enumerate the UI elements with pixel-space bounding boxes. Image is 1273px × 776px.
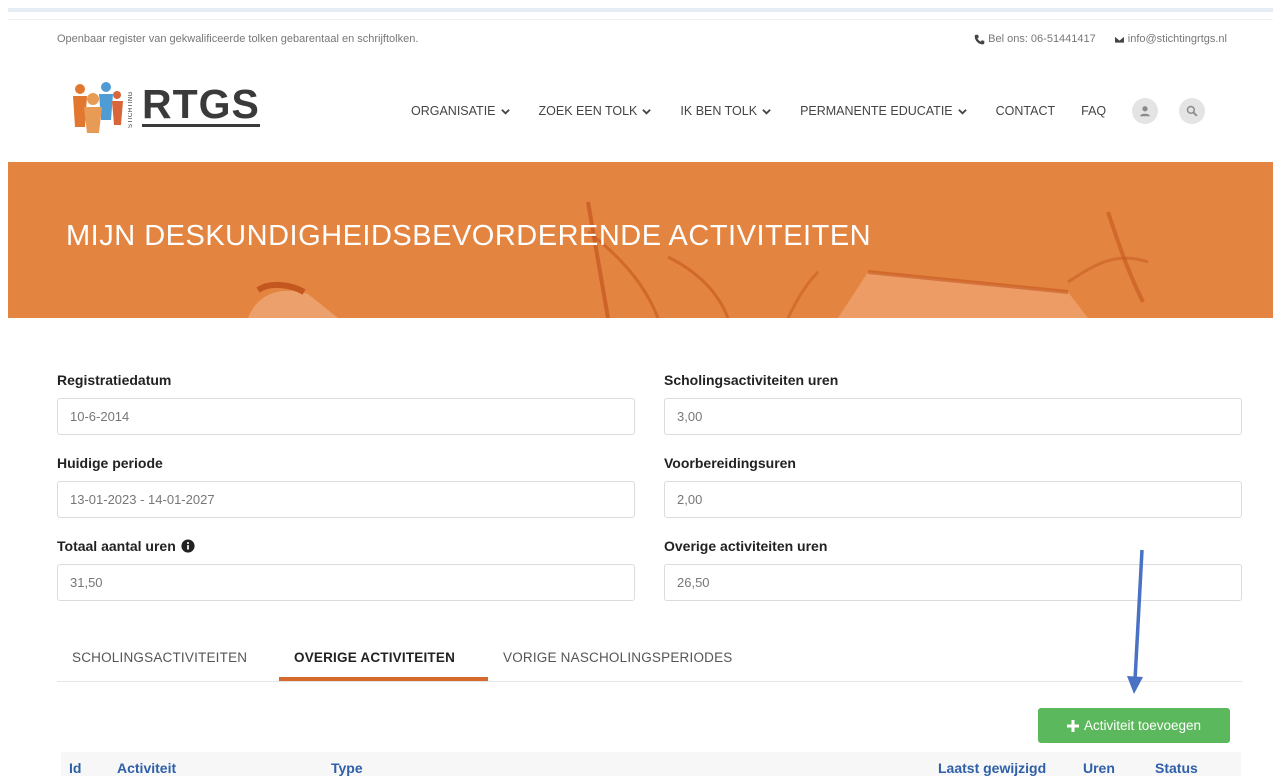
add-activity-button[interactable]: Activiteit toevoegen — [1038, 708, 1230, 743]
phone-link[interactable]: Bel ons: 06-51441417 — [974, 33, 1096, 45]
annotation-arrow-icon — [1127, 549, 1144, 694]
logo-underline — [142, 124, 260, 127]
chevron-down-icon — [500, 108, 510, 115]
nav-item-contact[interactable]: CONTACT — [996, 104, 1056, 118]
nav-label: ZOEK EEN TOLK — [538, 104, 638, 118]
field-label: Totaal aantal uren — [57, 538, 176, 554]
active-tab-indicator — [279, 677, 488, 681]
logo-wordmark: RTGS — [142, 81, 260, 127]
column-header-status[interactable]: Status — [1155, 760, 1198, 776]
totaal-uren-field: Totaal aantal uren 31,50 — [57, 537, 635, 601]
logo-figures-icon — [73, 82, 123, 133]
tab-overige-activiteiten[interactable]: OVERIGE ACTIVITEITEN — [294, 650, 455, 665]
search-button[interactable] — [1179, 98, 1206, 124]
column-header-uren[interactable]: Uren — [1083, 760, 1115, 776]
chevron-down-icon — [642, 108, 652, 115]
logo-subtext: STICHTING — [128, 91, 134, 128]
tab-vorige-nascholingsperiodes[interactable]: VORIGE NASCHOLINGSPERIODES — [503, 650, 733, 665]
plus-icon — [1066, 719, 1079, 732]
search-icon — [1186, 105, 1198, 117]
chevron-down-icon — [957, 108, 967, 115]
top-bar: Openbaar register van gekwalificeerde to… — [57, 33, 1227, 47]
email-text: info@stichtingrtgs.nl — [1127, 33, 1227, 45]
huidige-periode-input[interactable]: 13-01-2023 - 14-01-2027 — [57, 481, 635, 518]
nav-label: ORGANISATIE — [411, 104, 496, 118]
contact-info: Bel ons: 06-51441417 info@stichtingrtgs.… — [974, 33, 1227, 45]
field-label: Scholingsactiviteiten uren — [664, 372, 839, 388]
nav-item-zoek-een-tolk[interactable]: ZOEK EEN TOLK — [539, 104, 652, 118]
top-divider — [8, 19, 1273, 20]
main-navigation: ORGANISATIE ZOEK EEN TOLK IK BEN TOLK PE… — [411, 98, 1206, 124]
top-border — [8, 8, 1273, 12]
nav-item-faq[interactable]: FAQ — [1081, 104, 1106, 118]
field-label: Voorbereidingsuren — [664, 455, 796, 471]
registratiedatum-input[interactable]: 10-6-2014 — [57, 398, 635, 435]
tab-scholingsactiviteiten[interactable]: SCHOLINGSACTIVITEITEN — [72, 650, 247, 665]
site-logo[interactable]: STICHTING RTGS — [70, 80, 270, 135]
nav-label: PERMANENTE EDUCATIE — [800, 104, 953, 118]
add-activity-label: Activiteit toevoegen — [1083, 718, 1202, 733]
nav-label: IK BEN TOLK — [680, 104, 758, 118]
column-header-id[interactable]: Id — [69, 760, 81, 776]
nav-item-organisatie[interactable]: ORGANISATIE — [411, 104, 510, 118]
totaal-uren-input[interactable]: 31,50 — [57, 564, 635, 601]
envelope-icon — [1114, 35, 1125, 43]
field-label: Overige activiteiten uren — [664, 538, 828, 554]
overige-uren-field: Overige activiteiten uren 26,50 — [664, 537, 1242, 601]
field-value: 10-6-2014 — [70, 409, 130, 424]
overige-uren-input[interactable]: 26,50 — [664, 564, 1242, 601]
field-value: 26,50 — [677, 575, 710, 590]
field-label: Registratiedatum — [57, 372, 172, 388]
scholing-uren-input[interactable]: 3,00 — [664, 398, 1242, 435]
page-title: MIJN DESKUNDIGHEIDSBEVORDERENDE ACTIVITE… — [66, 220, 872, 252]
field-label: Huidige periode — [57, 455, 163, 471]
chevron-down-icon — [762, 108, 771, 115]
page-hero: MIJN DESKUNDIGHEIDSBEVORDERENDE ACTIVITE… — [8, 162, 1273, 318]
field-value: 13-01-2023 - 14-01-2027 — [70, 492, 215, 507]
scholing-uren-field: Scholingsactiviteiten uren 3,00 — [664, 371, 1242, 435]
voorbereidingsuren-input[interactable]: 2,00 — [664, 481, 1242, 518]
huidige-periode-field: Huidige periode 13-01-2023 - 14-01-2027 — [57, 454, 635, 518]
phone-icon — [974, 34, 985, 44]
nav-item-ik-ben-tolk[interactable]: IK BEN TOLK — [680, 104, 771, 118]
email-link[interactable]: info@stichtingrtgs.nl — [1114, 33, 1227, 45]
column-header-activiteit[interactable]: Activiteit — [117, 760, 176, 776]
column-header-type[interactable]: Type — [331, 760, 363, 776]
nav-item-permanente-educatie[interactable]: PERMANENTE EDUCATIE — [800, 104, 967, 118]
activity-tabs: SCHOLINGSACTIVITEITEN OVERIGE ACTIVITEIT… — [57, 640, 1242, 682]
registratiedatum-field: Registratiedatum 10-6-2014 — [57, 371, 635, 435]
user-account-button[interactable] — [1132, 98, 1159, 124]
activities-table-header: Id Activiteit Type Laatst gewijzigd Uren… — [61, 752, 1241, 776]
field-label-row: Totaal aantal uren — [57, 537, 635, 555]
site-tagline: Openbaar register van gekwalificeerde to… — [57, 33, 419, 45]
phone-text: Bel ons: 06-51441417 — [988, 33, 1096, 45]
field-value: 2,00 — [677, 492, 703, 507]
info-icon[interactable] — [181, 539, 195, 553]
field-value: 31,50 — [70, 575, 103, 590]
column-header-laatst-gewijzigd[interactable]: Laatst gewijzigd — [938, 760, 1046, 776]
voorbereidingsuren-field: Voorbereidingsuren 2,00 — [664, 454, 1242, 518]
user-icon — [1140, 106, 1151, 117]
field-value: 3,00 — [677, 409, 703, 424]
